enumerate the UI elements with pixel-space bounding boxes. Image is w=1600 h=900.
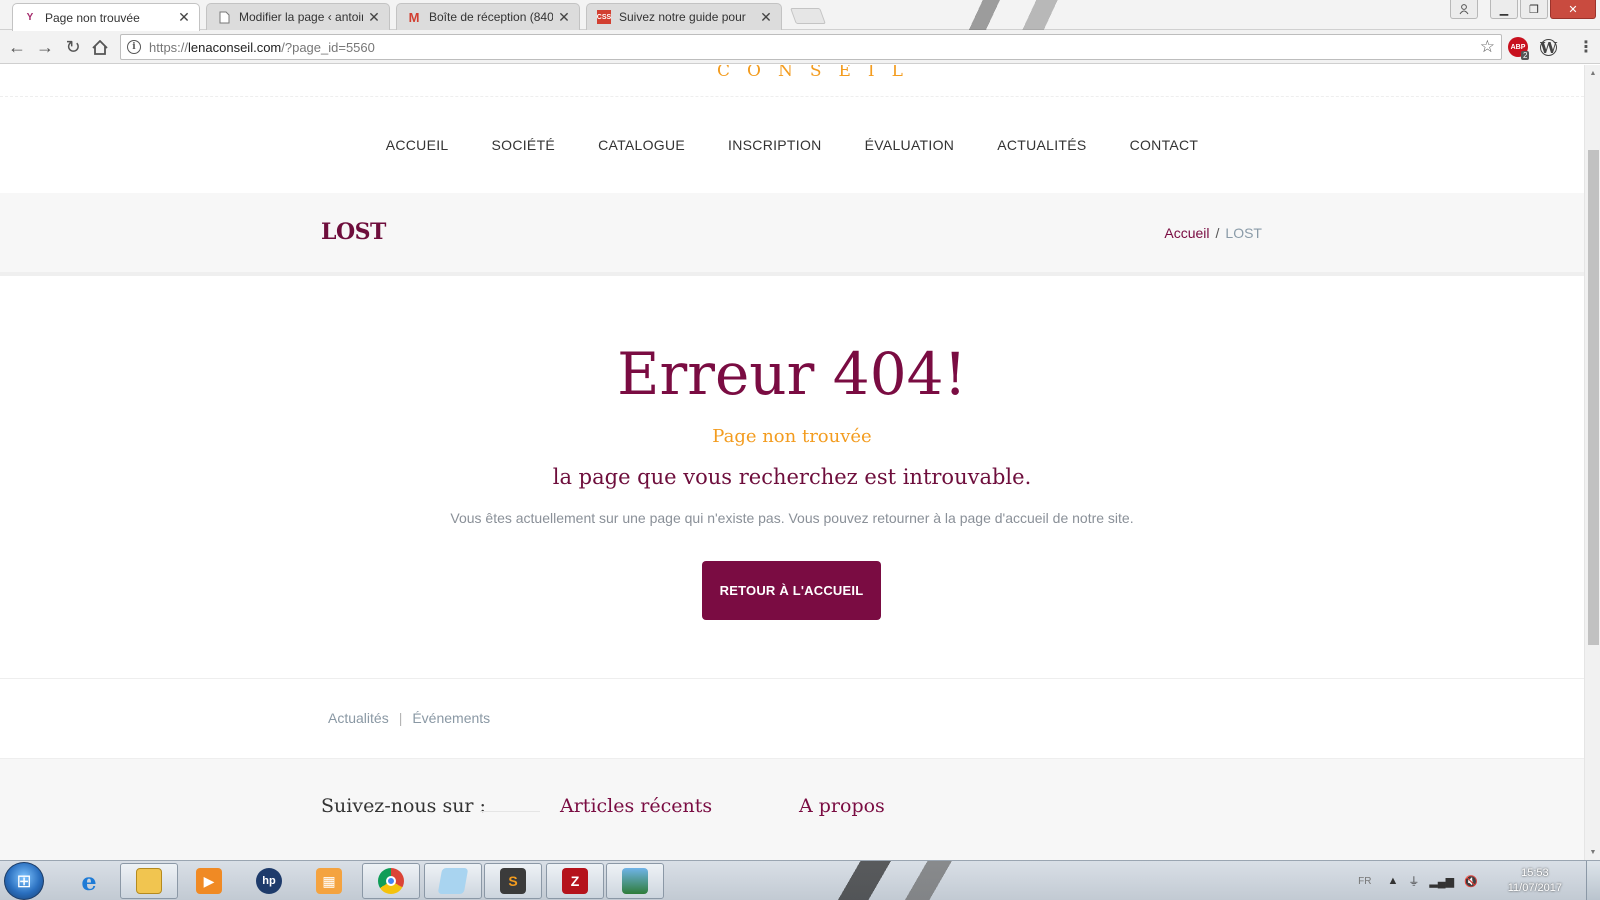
page-scrollbar[interactable]: ▲ ▼ (1584, 65, 1600, 860)
page-viewport: CONSEIL ACCUEIL SOCIÉTÉ CATALOGUE INSCRI… (0, 65, 1584, 860)
breadcrumb-current: LOST (1225, 225, 1262, 241)
system-clock[interactable]: 15:53 11/07/2017 (1508, 866, 1562, 896)
hp-icon[interactable]: hp (240, 863, 298, 899)
desktop-wallpaper-peek (940, 0, 1140, 30)
footer-underline (480, 811, 540, 812)
desktop-wallpaper-peek (830, 861, 1010, 900)
error-description: Vous êtes actuellement sur une page qui … (450, 510, 1134, 526)
nav-evaluation[interactable]: ÉVALUATION (865, 137, 955, 153)
windows-start-button[interactable]: ⊞ (4, 862, 44, 900)
tab-label: Suivez notre guide pour (619, 10, 746, 24)
restore-button[interactable]: ❐ (1520, 0, 1548, 19)
volume-muted-icon[interactable]: 🔇 (1464, 875, 1478, 888)
photo-viewer-icon[interactable] (606, 863, 664, 899)
nav-actualites[interactable]: ACTUALITÉS (997, 137, 1086, 153)
close-icon[interactable]: ✕ (177, 9, 191, 26)
site-logo-strip: CONSEIL (0, 65, 1584, 97)
footer-link-separator: | (398, 710, 403, 726)
bookmark-star-icon[interactable]: ☆ (1480, 37, 1495, 57)
site-logo[interactable]: CONSEIL (717, 65, 920, 81)
forward-arrow-icon[interactable]: → (34, 36, 56, 58)
file-explorer-icon[interactable] (120, 863, 178, 899)
system-tray: FR ▲ ⏚ ▂▄▆ 🔇 15:53 11/07/2017 (1358, 861, 1562, 900)
page-title-bar: LOST Accueil / LOST (0, 193, 1584, 276)
error-message: la page que vous recherchez est introuva… (552, 465, 1032, 489)
paint-icon[interactable]: ▦ (300, 863, 358, 899)
nav-contact[interactable]: CONTACT (1130, 137, 1199, 153)
home-icon[interactable] (89, 36, 111, 58)
tab-page-non-trouvee[interactable]: Y Page non trouvée ✕ (12, 3, 200, 31)
clock-date: 11/07/2017 (1507, 882, 1562, 894)
profile-icon[interactable] (1450, 0, 1478, 19)
css-icon: CSS (597, 10, 611, 24)
close-icon[interactable]: ✕ (367, 9, 381, 26)
site-footer: Suivez-nous sur : Articles récents A pro… (0, 758, 1584, 860)
main-navigation: ACCUEIL SOCIÉTÉ CATALOGUE INSCRIPTION ÉV… (0, 97, 1584, 193)
tab-label: Boîte de réception (840) (429, 10, 553, 24)
adblock-count-badge: 2 (1521, 51, 1530, 60)
tab-modifier-la-page[interactable]: Modifier la page ‹ antoin ✕ (206, 3, 390, 30)
nav-catalogue[interactable]: CATALOGUE (598, 137, 685, 153)
network-signal-icon[interactable]: ▂▄▆ (1429, 875, 1454, 888)
wordpress-icon[interactable]: W (1540, 39, 1557, 57)
footer-link-actualites[interactable]: Actualités (328, 710, 389, 726)
reload-icon[interactable]: ↻ (62, 36, 84, 58)
gmail-icon: M (408, 9, 420, 25)
footer-link-evenements[interactable]: Événements (412, 710, 490, 726)
clock-time: 15:53 (1521, 867, 1549, 879)
scroll-down-arrow-icon[interactable]: ▼ (1585, 844, 1600, 860)
sublime-text-icon[interactable]: S (484, 863, 542, 899)
language-indicator[interactable]: FR (1358, 876, 1371, 887)
url-text: https://lenaconseil.com/?page_id=5560 (149, 40, 375, 55)
error-subtitle: Page non trouvée (712, 426, 872, 447)
nav-inscription[interactable]: INSCRIPTION (728, 137, 822, 153)
footer-links: Actualités | Événements (328, 710, 490, 726)
notepad-icon[interactable] (424, 863, 482, 899)
page-title: LOST (321, 219, 386, 245)
window-controls: ▁ ❐ ✕ (1450, 0, 1596, 20)
chrome-icon[interactable] (362, 863, 420, 899)
show-desktop-button[interactable] (1586, 861, 1600, 900)
new-tab-button[interactable] (790, 8, 826, 24)
page-icon (217, 10, 231, 24)
footer-heading-follow: Suivez-nous sur : (321, 795, 486, 817)
filezilla-icon[interactable]: Z (546, 863, 604, 899)
yoast-icon: Y (26, 12, 34, 23)
breadcrumb: Accueil / LOST (1164, 225, 1262, 241)
breadcrumb-home-link[interactable]: Accueil (1164, 225, 1209, 241)
return-home-button[interactable]: RETOUR À L'ACCUEIL (702, 561, 881, 620)
windows-taskbar: ⊞ e ▶ hp ▦ S Z FR ▲ ⏚ ▂▄▆ 🔇 15:53 11/07/… (0, 860, 1600, 900)
nav-accueil[interactable]: ACCUEIL (386, 137, 449, 153)
error-404-section: Erreur 404! Page non trouvée la page que… (0, 276, 1584, 676)
tab-label: Modifier la page ‹ antoin (239, 10, 363, 24)
power-plug-icon[interactable]: ⏚ (1408, 873, 1419, 889)
footer-heading-recent-articles: Articles récents (560, 795, 713, 817)
info-icon[interactable]: i (127, 40, 141, 54)
browser-tab-bar: Y Page non trouvée ✕ Modifier la page ‹ … (0, 0, 1600, 31)
show-hidden-icons-icon[interactable]: ▲ (1387, 875, 1398, 887)
tab-gmail[interactable]: M Boîte de réception (840) ✕ (396, 3, 580, 30)
back-arrow-icon[interactable]: ← (6, 36, 28, 58)
tab-label: Page non trouvée (45, 10, 140, 25)
address-bar[interactable]: i https://lenaconseil.com/?page_id=5560 … (120, 34, 1502, 60)
scrollbar-thumb[interactable] (1588, 150, 1599, 645)
error-heading: Erreur 404! (617, 340, 967, 408)
close-icon[interactable]: ✕ (557, 9, 571, 26)
internet-explorer-icon[interactable]: e (60, 863, 118, 899)
close-icon[interactable]: ✕ (759, 9, 773, 26)
browser-toolbar: ← → ↻ i https://lenaconseil.com/?page_id… (0, 30, 1600, 64)
scroll-up-arrow-icon[interactable]: ▲ (1585, 65, 1600, 81)
close-window-button[interactable]: ✕ (1550, 0, 1596, 19)
breadcrumb-separator: / (1215, 225, 1220, 241)
media-player-icon[interactable]: ▶ (180, 863, 238, 899)
tab-suivez-notre-guide[interactable]: CSS Suivez notre guide pour ✕ (586, 3, 782, 30)
footer-heading-about: A propos (799, 795, 885, 817)
browser-menu-icon[interactable]: ⋮ (1576, 37, 1596, 57)
minimize-button[interactable]: ▁ (1490, 0, 1518, 19)
nav-societe[interactable]: SOCIÉTÉ (492, 137, 556, 153)
divider (0, 678, 1584, 679)
